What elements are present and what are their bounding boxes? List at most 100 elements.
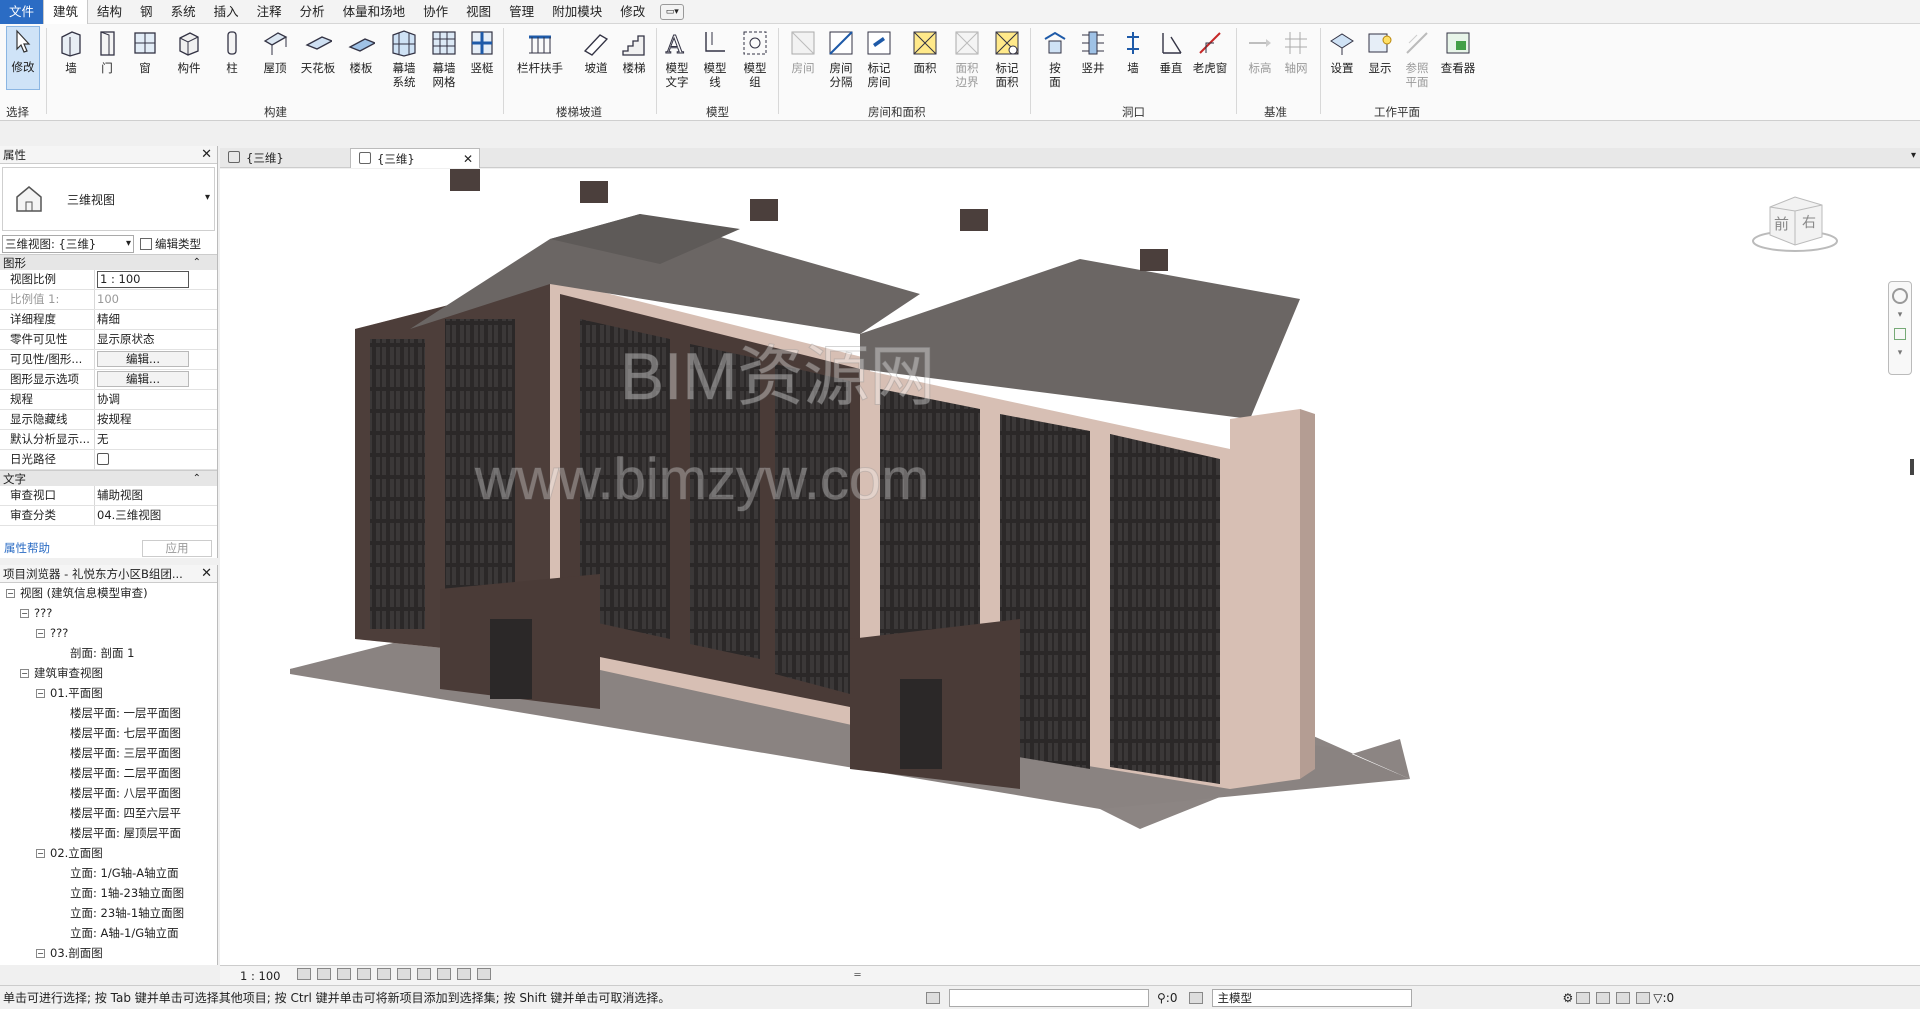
- vg-edit-button[interactable]: 编辑...: [97, 351, 189, 367]
- select-links-icon[interactable]: ⚙: [1562, 991, 1573, 1005]
- viewer-tool[interactable]: 查看器: [1436, 28, 1480, 75]
- wall-opening-tool[interactable]: 墙: [1116, 28, 1150, 75]
- view-tab-3d-2[interactable]: {三维} ✕: [350, 148, 480, 168]
- browser-node[interactable]: −???: [0, 623, 217, 643]
- reveal-hidden-icon[interactable]: [457, 968, 472, 980]
- worksets-icon[interactable]: [926, 991, 940, 1004]
- floor-tool[interactable]: 楼板: [344, 28, 378, 75]
- detail-level-icon[interactable]: [297, 968, 312, 980]
- browser-node[interactable]: 楼层平面: 三层平面图: [0, 743, 217, 763]
- drag-handle-icon[interactable]: ═: [854, 970, 860, 981]
- drawing-canvas[interactable]: BIM资源网 www.bimzyw.com 前 右 ▾ ▾: [220, 169, 1920, 965]
- menu-collaborate[interactable]: 协作: [414, 0, 457, 24]
- browser-node[interactable]: 立面: 1/G轴-A轴立面: [0, 863, 217, 883]
- shaft-tool[interactable]: 竖井: [1076, 28, 1110, 75]
- area-tool[interactable]: 面积: [908, 28, 942, 75]
- prop-value[interactable]: 精细: [95, 310, 217, 329]
- close-icon[interactable]: ✕: [201, 565, 212, 583]
- group-text[interactable]: 文字 ⌃: [0, 470, 217, 486]
- close-icon[interactable]: ✕: [201, 146, 212, 164]
- menu-steel[interactable]: 钢: [131, 0, 162, 24]
- prop-value[interactable]: 协调: [95, 390, 217, 409]
- modify-tool[interactable]: 修改: [6, 26, 40, 90]
- window-tool[interactable]: 窗: [130, 28, 160, 75]
- browser-node[interactable]: 楼层平面: 一层平面图: [0, 703, 217, 723]
- select-pinned-icon[interactable]: [1596, 991, 1611, 1004]
- select-underlay-icon[interactable]: [1576, 991, 1591, 1004]
- browser-node[interactable]: −03.剖面图: [0, 943, 217, 963]
- menu-structure[interactable]: 结构: [88, 0, 131, 24]
- curtain-system-tool[interactable]: 幕墙 系统: [386, 28, 422, 89]
- editable-only-icon[interactable]: ⚲: [1157, 991, 1166, 1005]
- panel-select[interactable]: 选择: [6, 104, 29, 120]
- model-text-tool[interactable]: A 模型 文字: [660, 28, 694, 90]
- vertical-opening-tool[interactable]: 垂直: [1154, 28, 1188, 75]
- level-tool[interactable]: 标高: [1244, 28, 1276, 75]
- component-tool[interactable]: 构件: [172, 28, 206, 75]
- set-workplane-tool[interactable]: 设置: [1326, 28, 1358, 75]
- close-tab-icon[interactable]: ✕: [463, 149, 473, 169]
- prop-value[interactable]: 辅助视图: [95, 486, 217, 505]
- menu-systems[interactable]: 系统: [162, 0, 205, 24]
- visual-style-icon[interactable]: [317, 968, 332, 980]
- wall-tool[interactable]: 墙: [54, 28, 88, 75]
- scale-readout[interactable]: 1 : 100: [240, 969, 280, 983]
- group-graphics[interactable]: 图形 ⌃: [0, 254, 217, 270]
- ramp-tool[interactable]: 坡道: [580, 28, 612, 75]
- menu-massing-site[interactable]: 体量和场地: [334, 0, 415, 24]
- browser-node[interactable]: 立面: 1轴-23轴立面图: [0, 883, 217, 903]
- chevron-down-icon[interactable]: ▾: [1889, 348, 1911, 358]
- stair-tool[interactable]: 楼梯: [618, 28, 650, 75]
- view-tab-3d-1[interactable]: {三维}: [220, 148, 350, 168]
- show-workplane-tool[interactable]: 显示: [1364, 28, 1396, 75]
- ref-plane-tool[interactable]: 参照 平面: [1400, 28, 1434, 89]
- tag-room-tool[interactable]: 标记 房间: [862, 28, 896, 89]
- show-crop-icon[interactable]: [397, 968, 412, 980]
- prop-value[interactable]: 04.三维视图: [95, 506, 217, 525]
- curtain-grid-tool[interactable]: 幕墙 网格: [426, 28, 462, 89]
- menu-manage[interactable]: 管理: [500, 0, 543, 24]
- menu-annotate[interactable]: 注释: [248, 0, 291, 24]
- scroll-handle[interactable]: [1910, 459, 1914, 475]
- prop-value[interactable]: 按规程: [95, 410, 217, 429]
- browser-node[interactable]: 楼层平面: 八层平面图: [0, 783, 217, 803]
- workset-dropdown[interactable]: [949, 988, 1149, 1007]
- browser-node[interactable]: − 视图 (建筑信息模型审查): [0, 583, 217, 603]
- menu-insert[interactable]: 插入: [205, 0, 248, 24]
- shadows-icon[interactable]: [357, 968, 372, 980]
- select-by-face-icon[interactable]: [1616, 991, 1631, 1004]
- menu-modify[interactable]: 修改: [611, 0, 654, 24]
- chevron-down-icon[interactable]: ▾: [1889, 310, 1911, 320]
- browser-node[interactable]: 立面: 23轴-1轴立面图: [0, 903, 217, 923]
- building-3d-model[interactable]: BIM资源网 www.bimzyw.com: [220, 169, 1920, 965]
- collapse-toggle-icon[interactable]: −: [20, 669, 29, 678]
- room-separator-tool[interactable]: 房间 分隔: [824, 28, 858, 89]
- model-line-tool[interactable]: 模型线: [698, 28, 732, 89]
- analysis-icon[interactable]: [477, 968, 492, 980]
- prop-value[interactable]: 显示原状态: [95, 330, 217, 349]
- crop-icon[interactable]: [377, 968, 392, 980]
- browser-node[interactable]: − 建筑审查视图: [0, 663, 217, 683]
- collapse-toggle-icon[interactable]: −: [6, 589, 15, 598]
- design-option-dropdown[interactable]: 主模型: [1212, 988, 1413, 1007]
- browser-node[interactable]: 剖面: 剖面 1: [0, 643, 217, 663]
- zoom-icon[interactable]: [1894, 328, 1906, 340]
- prop-value[interactable]: 无: [95, 430, 217, 449]
- railing-tool[interactable]: 栏杆扶手: [514, 28, 566, 75]
- area-boundary-tool[interactable]: 面积 边界: [950, 28, 984, 89]
- sun-path-icon[interactable]: [337, 968, 352, 980]
- filter-icon[interactable]: ▽: [1653, 991, 1662, 1005]
- menu-addins[interactable]: 附加模块: [543, 0, 611, 24]
- tabs-menu-icon[interactable]: ▾: [1911, 150, 1916, 161]
- type-selector[interactable]: 三维视图: {三维} ▾: [2, 235, 134, 253]
- browser-node[interactable]: 立面: A轴-1/G轴立面: [0, 923, 217, 943]
- roof-tool[interactable]: 屋顶: [258, 28, 292, 75]
- view-scale-field[interactable]: 1 : 100: [97, 271, 189, 288]
- tag-area-tool[interactable]: 标记 面积: [990, 28, 1024, 89]
- apply-button[interactable]: 应用: [142, 539, 212, 557]
- browser-node[interactable]: 楼层平面: 四至六层平: [0, 803, 217, 823]
- properties-help-link[interactable]: 属性帮助: [4, 540, 50, 556]
- ribbon-toggle-icon[interactable]: ▭▾: [660, 3, 685, 20]
- steering-wheel-icon[interactable]: [1892, 288, 1908, 304]
- column-tool[interactable]: 柱: [218, 28, 246, 75]
